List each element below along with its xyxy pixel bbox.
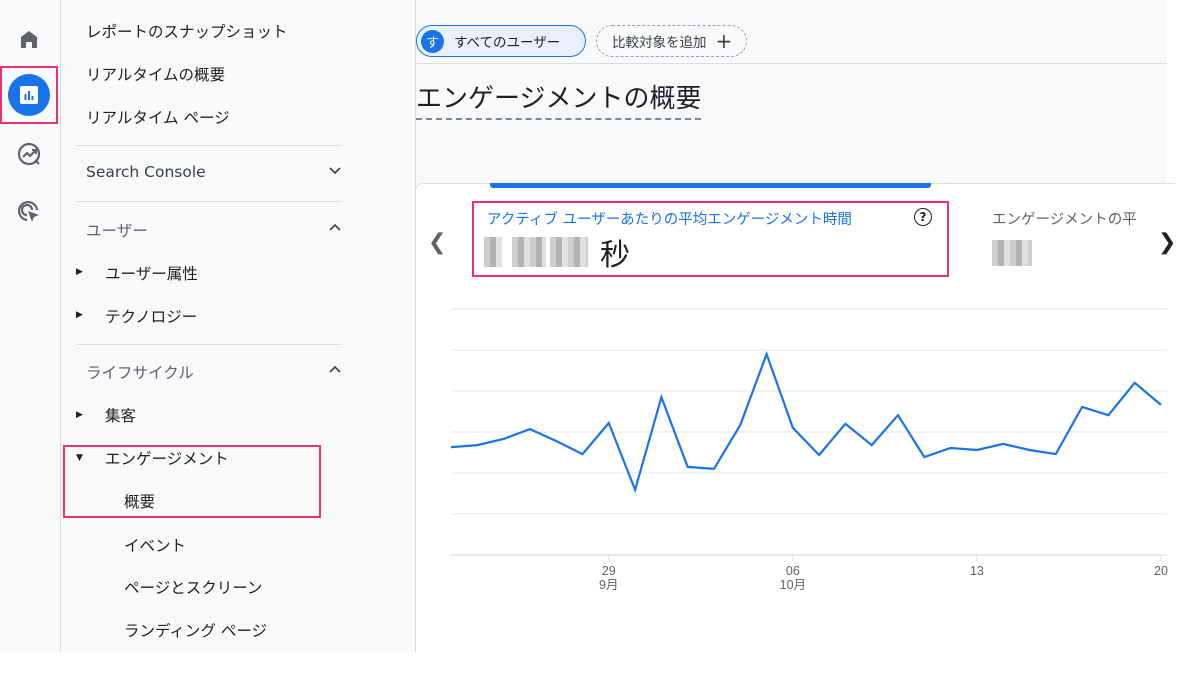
plus-icon: + — [715, 29, 733, 53]
caret-right-icon: ▶ — [76, 310, 83, 320]
nav-item-realtime-overview[interactable]: リアルタイムの概要 — [86, 63, 225, 85]
rail-advertising[interactable] — [0, 192, 58, 232]
rail-home[interactable] — [0, 19, 58, 59]
caret-right-icon: ▶ — [76, 410, 83, 420]
add-comparison-label: 比較対象を追加 — [612, 35, 707, 51]
chevron-up-icon — [328, 221, 342, 239]
nav-section-label: ユーザー — [86, 222, 148, 240]
data-point[interactable] — [764, 351, 770, 357]
nav-divider — [76, 344, 341, 345]
annotation-highlight-metric — [472, 201, 949, 277]
x-tick-label: 29 — [602, 564, 616, 578]
add-comparison-button[interactable]: 比較対象を追加 + — [596, 25, 747, 57]
explore-trend-icon — [16, 141, 42, 167]
target-cursor-icon — [16, 199, 42, 225]
data-point[interactable] — [737, 422, 743, 428]
x-tick-label: 20 — [1154, 564, 1168, 578]
comparison-chip-label: すべてのユーザー — [454, 35, 561, 51]
data-point[interactable] — [1000, 441, 1006, 447]
data-point[interactable] — [816, 452, 822, 458]
data-point[interactable] — [711, 466, 717, 472]
data-point[interactable] — [1158, 402, 1164, 408]
data-point[interactable] — [448, 444, 454, 450]
chevron-right-icon[interactable]: ❯ — [1158, 230, 1176, 255]
nav-item-technology[interactable]: テクノロジー — [105, 305, 197, 327]
data-point[interactable] — [632, 487, 638, 493]
segment-avatar: す — [421, 29, 444, 53]
x-tick-month-label: 10月 — [780, 578, 806, 592]
metric-tab-engagement-rate[interactable]: エンゲージメントの平 — [992, 208, 1147, 229]
rail-explore[interactable] — [0, 134, 58, 174]
data-point[interactable] — [974, 447, 980, 453]
data-point[interactable] — [1105, 412, 1111, 418]
data-point[interactable] — [474, 442, 480, 448]
nav-divider — [76, 145, 341, 146]
data-point[interactable] — [948, 445, 954, 451]
data-point[interactable] — [527, 426, 533, 432]
redacted-value — [992, 240, 1032, 266]
data-point[interactable] — [790, 425, 796, 431]
series-line[interactable] — [450, 350, 1162, 494]
chevron-down-icon — [328, 163, 342, 181]
data-point[interactable] — [685, 464, 691, 470]
x-tick-label: 13 — [970, 564, 984, 578]
data-point[interactable] — [1027, 447, 1033, 453]
annotation-highlight-rail — [0, 66, 58, 124]
nav-item-landing-page[interactable]: ランディング ページ — [124, 619, 267, 641]
caret-right-icon: ▶ — [76, 267, 83, 277]
data-point[interactable] — [1053, 451, 1059, 457]
data-point[interactable] — [658, 394, 664, 400]
page-title[interactable]: エンゲージメントの概要 — [416, 82, 702, 120]
data-point[interactable] — [921, 454, 927, 460]
data-point[interactable] — [1132, 380, 1138, 386]
data-point[interactable] — [501, 436, 507, 442]
nav-section-user[interactable]: ユーザー — [86, 219, 342, 241]
selected-metric-indicator — [490, 183, 931, 188]
data-point[interactable] — [553, 438, 559, 444]
nav-item-snapshot[interactable]: レポートのスナップショット — [86, 20, 288, 42]
x-tick-label: 06 — [786, 564, 800, 578]
data-point[interactable] — [869, 442, 875, 448]
comparison-chip-all-users[interactable]: す すべてのユーザー — [416, 25, 586, 57]
nav-item-acquisition[interactable]: 集客 — [105, 404, 136, 426]
annotation-highlight-nav — [63, 445, 321, 518]
x-tick-month-label: 9月 — [599, 578, 618, 592]
nav-item-pages-screens[interactable]: ページとスクリーン — [124, 576, 262, 598]
data-point[interactable] — [1079, 404, 1085, 410]
nav-section-label: ライフサイクル — [86, 364, 194, 382]
nav-item-demographics[interactable]: ユーザー属性 — [105, 262, 198, 284]
data-point[interactable] — [842, 421, 848, 427]
nav-section-label: Search Console — [86, 163, 206, 181]
nav-section-lifecycle[interactable]: ライフサイクル — [86, 361, 342, 383]
data-point[interactable] — [606, 420, 612, 426]
nav-item-realtime-pages[interactable]: リアルタイム ページ — [86, 106, 230, 128]
header-divider — [416, 63, 1167, 64]
nav-section-search-console[interactable]: Search Console — [86, 163, 342, 181]
nav-divider — [76, 201, 341, 202]
chevron-up-icon — [328, 363, 342, 381]
chevron-left-icon[interactable]: ❮ — [428, 230, 446, 255]
data-point[interactable] — [895, 412, 901, 418]
line-chart: 299月 0610月 13 20 — [448, 308, 1168, 592]
home-icon — [17, 27, 41, 51]
report-nav-panel: レポートのスナップショット リアルタイムの概要 リアルタイム ページ Searc… — [62, 0, 416, 652]
nav-item-events[interactable]: イベント — [124, 534, 186, 556]
data-point[interactable] — [579, 451, 585, 457]
